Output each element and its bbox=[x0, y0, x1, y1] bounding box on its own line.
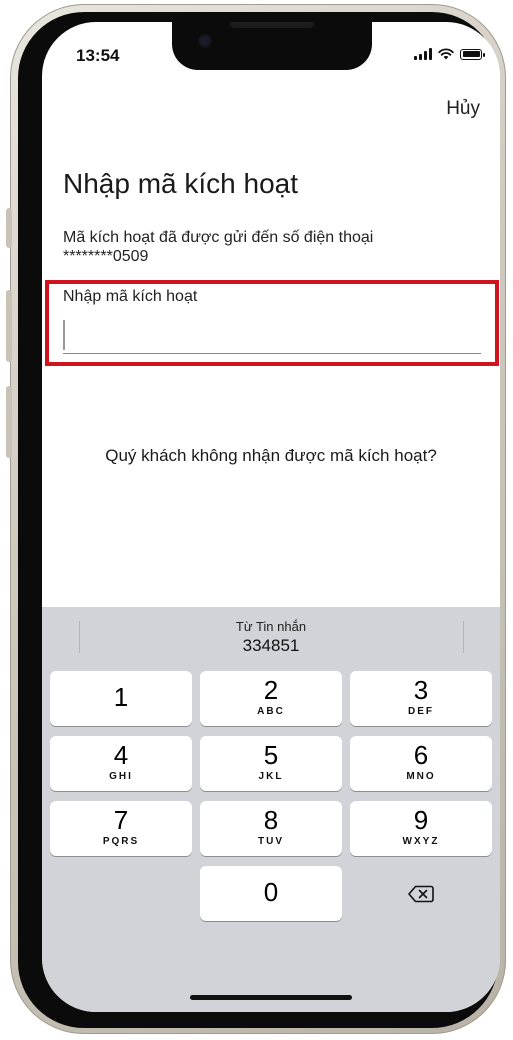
suggestion-bar: Từ Tin nhắn 334851 bbox=[42, 607, 500, 667]
key-letters: DEF bbox=[408, 706, 434, 717]
key-digit: 5 bbox=[263, 740, 279, 770]
key-digit: 8 bbox=[263, 805, 279, 835]
key-6[interactable]: 6 MNO bbox=[350, 736, 492, 791]
sent-message: Mã kích hoạt đã được gửi đến số điện tho… bbox=[63, 229, 374, 246]
speaker-grille bbox=[230, 22, 314, 28]
key-letters: WXYZ bbox=[402, 836, 440, 847]
status-icons bbox=[414, 48, 485, 60]
volume-up-button bbox=[6, 290, 12, 362]
key-digit: 9 bbox=[413, 805, 429, 835]
key-4[interactable]: 4 GHI bbox=[50, 736, 192, 791]
delete-key[interactable] bbox=[350, 866, 492, 921]
cancel-button[interactable]: Hủy bbox=[446, 98, 480, 120]
key-0[interactable]: 0 bbox=[200, 866, 342, 921]
key-3[interactable]: 3 DEF bbox=[350, 671, 492, 726]
key-digit: 0 bbox=[263, 877, 279, 907]
suggestion-divider bbox=[463, 621, 464, 653]
volume-down-button bbox=[6, 386, 12, 458]
activation-code-input[interactable] bbox=[63, 316, 481, 354]
home-indicator bbox=[190, 995, 352, 1000]
key-digit: 1 bbox=[113, 682, 129, 712]
notch bbox=[172, 22, 372, 70]
key-letters: MNO bbox=[406, 771, 436, 782]
key-5[interactable]: 5 JKL bbox=[200, 736, 342, 791]
masked-phone-number: ********0509 bbox=[63, 248, 149, 265]
suggestion-divider bbox=[79, 621, 80, 653]
key-letters: JKL bbox=[258, 771, 284, 782]
key-8[interactable]: 8 TUV bbox=[200, 801, 342, 856]
key-letters: PQRS bbox=[102, 836, 140, 847]
battery-icon bbox=[460, 48, 485, 60]
text-caret bbox=[63, 320, 65, 350]
wifi-icon bbox=[438, 48, 454, 60]
key-1[interactable]: 1 bbox=[50, 671, 192, 726]
key-digit: 4 bbox=[113, 740, 129, 770]
status-time: 13:54 bbox=[76, 46, 120, 65]
suggestion-code: 334851 bbox=[242, 636, 300, 655]
numeric-keyboard: Từ Tin nhắn 334851 1 2 ABC 3 DEF 4 GHI 5… bbox=[42, 607, 500, 1012]
key-letters: ABC bbox=[257, 706, 285, 717]
front-camera bbox=[200, 36, 210, 46]
cellular-signal-icon bbox=[414, 48, 432, 60]
key-9[interactable]: 9 WXYZ bbox=[350, 801, 492, 856]
key-digit: 7 bbox=[113, 805, 129, 835]
phone-screen: 13:54 Hủy Nhập mã kích hoạt Mã kích hoạt… bbox=[42, 22, 500, 1012]
key-digit: 2 bbox=[263, 675, 279, 705]
key-digit: 3 bbox=[413, 675, 429, 705]
page-title: Nhập mã kích hoạt bbox=[63, 168, 299, 199]
backspace-icon bbox=[408, 885, 434, 902]
key-digit: 6 bbox=[413, 740, 429, 770]
key-letters: GHI bbox=[109, 771, 133, 782]
resend-code-link[interactable]: Quý khách không nhận được mã kích hoạt? bbox=[42, 446, 500, 466]
sent-info: Mã kích hoạt đã được gửi đến số điện tho… bbox=[63, 228, 373, 266]
key-7[interactable]: 7 PQRS bbox=[50, 801, 192, 856]
key-2[interactable]: 2 ABC bbox=[200, 671, 342, 726]
code-field-label: Nhập mã kích hoạt bbox=[63, 288, 198, 305]
otp-suggestion[interactable]: Từ Tin nhắn 334851 bbox=[161, 619, 381, 656]
key-letters: TUV bbox=[258, 836, 284, 847]
suggestion-source: Từ Tin nhắn bbox=[235, 619, 307, 634]
silent-switch bbox=[6, 208, 12, 248]
